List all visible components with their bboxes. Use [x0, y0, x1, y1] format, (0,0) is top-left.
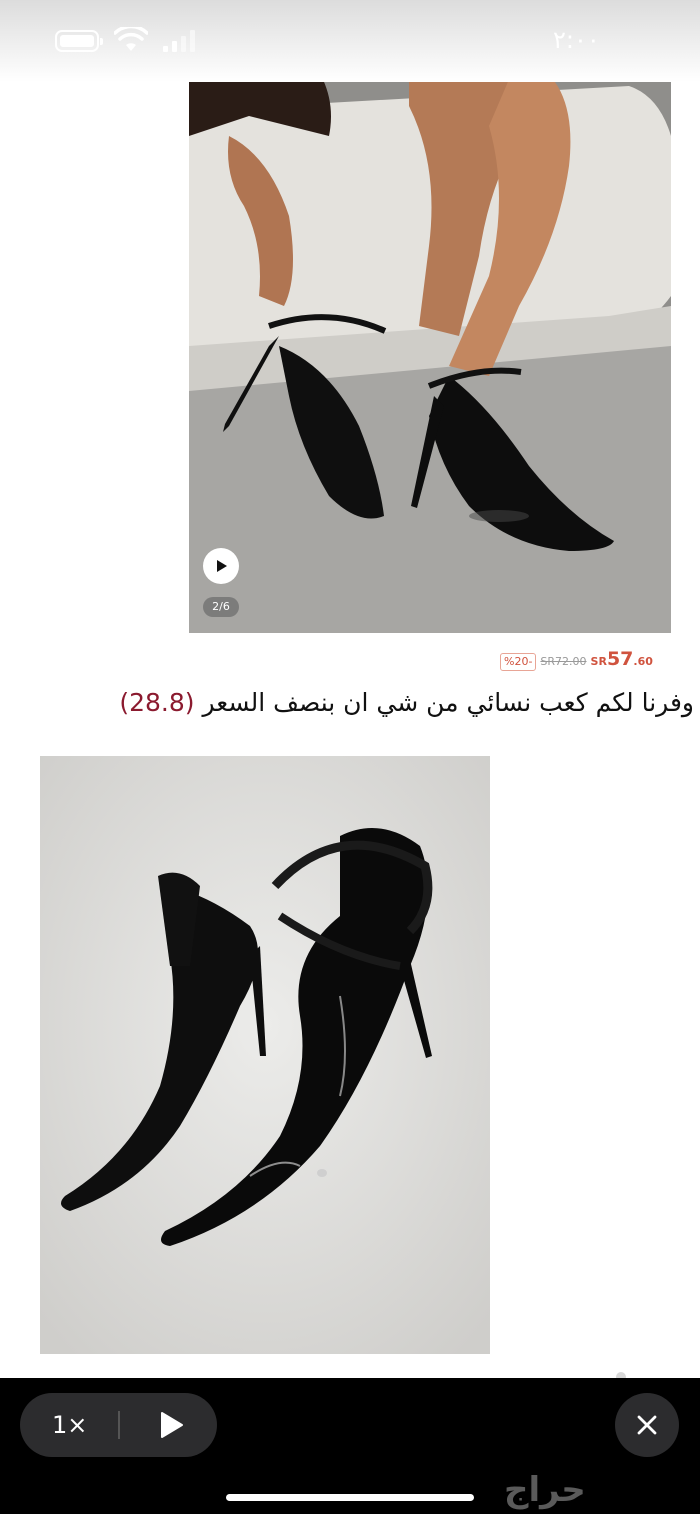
close-button[interactable] — [615, 1393, 679, 1457]
product-photo-pair[interactable] — [40, 756, 490, 1354]
signal-icon — [163, 30, 195, 52]
image-page-counter: 2/6 — [203, 597, 239, 617]
screen: ٢:٠٠ 2/6 %20- SR72.00 SR57.60 وفرنا لكم … — [0, 0, 700, 1514]
price-decimal: .60 — [633, 655, 653, 668]
price-row: %20- SR72.00 SR57.60 — [500, 648, 653, 671]
old-price: SR72.00 — [540, 655, 587, 668]
home-indicator[interactable] — [226, 1494, 474, 1501]
playback-speed-button[interactable]: 1× — [52, 1411, 87, 1439]
controls-divider — [118, 1411, 120, 1439]
battery-icon — [55, 30, 103, 52]
caption-price-highlight: (28.8) — [119, 688, 195, 717]
discount-badge: %20- — [500, 653, 537, 671]
haraj-watermark: حراج — [504, 1470, 586, 1510]
play-icon[interactable] — [154, 1409, 186, 1441]
product-photo-worn[interactable]: 2/6 — [189, 46, 671, 633]
caption-text: وفرنا لكم كعب نسائي من شي ان بنصف السعر — [202, 688, 694, 717]
play-icon — [217, 560, 227, 572]
close-icon — [637, 1415, 657, 1435]
media-player-bar: 1× حراج — [0, 1378, 700, 1514]
wifi-icon — [114, 27, 148, 51]
price-integer: 57 — [606, 648, 634, 670]
currency-label: SR — [590, 655, 607, 668]
post-caption: وفرنا لكم كعب نسائي من شي ان بنصف السعر … — [0, 688, 700, 717]
video-play-button[interactable] — [203, 548, 239, 584]
status-time: ٢:٠٠ — [553, 26, 600, 54]
status-bar: ٢:٠٠ — [0, 0, 700, 82]
player-controls: 1× — [20, 1393, 217, 1457]
new-price: SR57.60 — [591, 648, 653, 670]
